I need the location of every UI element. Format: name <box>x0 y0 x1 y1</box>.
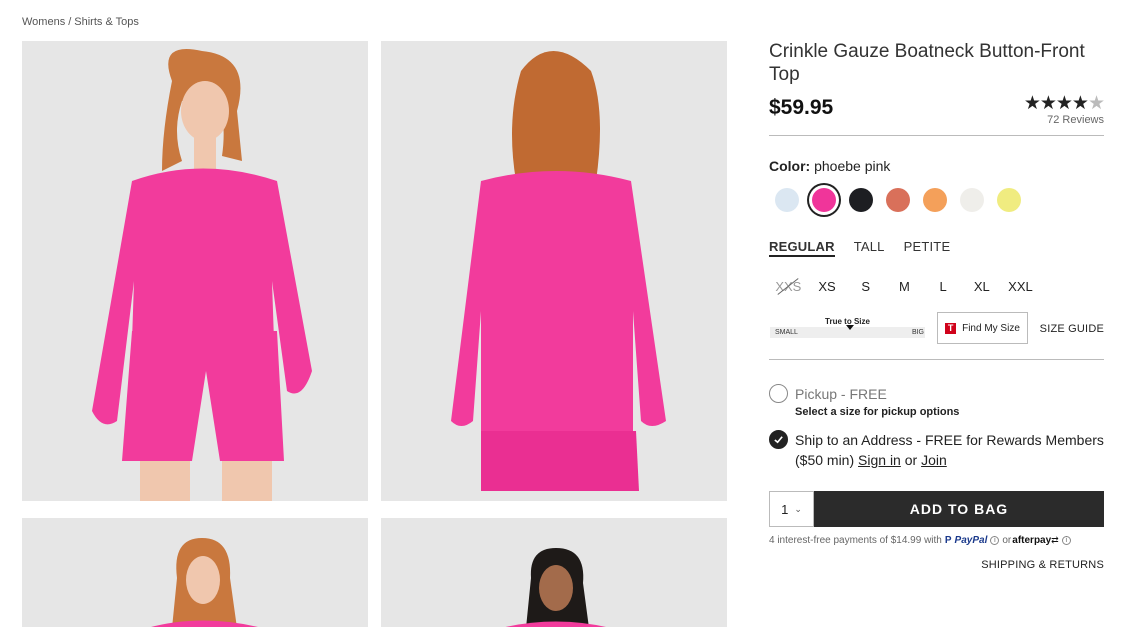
size-l[interactable]: L <box>924 279 963 294</box>
ship-or: or <box>904 452 918 468</box>
size-xxl[interactable]: XXL <box>1001 279 1040 294</box>
fit-tab-petite[interactable]: PETITE <box>904 239 951 257</box>
fit-meter-bar: SMALL BIG <box>770 325 925 338</box>
ship-radio[interactable] <box>769 430 788 449</box>
size-s[interactable]: S <box>846 279 885 294</box>
paypal-info-icon[interactable]: i <box>990 536 1000 545</box>
product-title: Crinkle Gauze Boatneck Button-Front Top <box>769 41 1085 85</box>
swatch-off-white[interactable] <box>960 188 984 212</box>
swatch-light-blue[interactable] <box>775 188 799 212</box>
fulfillment-options: Pickup - FREE Select a size for pickup o… <box>769 384 1104 470</box>
fit-pointer-icon <box>846 325 854 330</box>
afterpay-logo-icon: ⇄ <box>1051 535 1059 545</box>
breadcrumb-separator: / <box>68 16 72 28</box>
color-label-prefix: Color: <box>769 158 811 174</box>
fit-tabs: REGULAR TALL PETITE <box>769 239 1104 257</box>
pickup-label: Pickup - FREE <box>795 386 887 402</box>
sign-in-link[interactable]: Sign in <box>858 452 901 468</box>
installments-line: 4 interest-free payments of $14.99 with … <box>769 535 1104 546</box>
pickup-radio[interactable] <box>769 384 788 403</box>
afterpay-info-icon[interactable]: i <box>1061 536 1071 545</box>
join-link[interactable]: Join <box>921 452 947 468</box>
color-value: phoebe pink <box>814 158 891 174</box>
breadcrumb: Womens / Shirts & Tops <box>22 16 139 28</box>
swatch-terracotta[interactable] <box>886 188 910 212</box>
product-rating[interactable]: ★★★★★ 72 Reviews <box>1023 92 1105 126</box>
fit-meter-max: BIG <box>911 329 924 336</box>
pickup-note: Select a size for pickup options <box>795 406 960 418</box>
breadcrumb-womens[interactable]: Womens <box>22 16 65 28</box>
pickup-option[interactable]: Pickup - FREE <box>769 384 1104 404</box>
find-my-size-button[interactable]: T Find My Size <box>937 312 1028 344</box>
quantity-select[interactable]: 1 ⌄ <box>769 491 814 527</box>
ship-label-text: Ship to an Address - FREE for Rewards Me… <box>795 432 1104 468</box>
paypal-label[interactable]: PayPal <box>955 535 988 546</box>
paypal-logo-icon: P <box>944 535 952 546</box>
size-options: XXS XS S M L XL XXL <box>769 279 1104 294</box>
fit-meter-min: SMALL <box>775 329 798 336</box>
size-xxs[interactable]: XXS <box>769 279 808 294</box>
true-fit-logo-icon: T <box>945 322 957 334</box>
add-to-bag-button[interactable]: ADD TO BAG <box>814 491 1104 527</box>
price-rating-row: $59.95 ★★★★★ 72 Reviews <box>769 93 1105 136</box>
product-image-front[interactable] <box>22 41 368 501</box>
product-info-panel: Crinkle Gauze Boatneck Button-Front Top … <box>769 40 1105 571</box>
chevron-down-icon: ⌄ <box>794 503 802 514</box>
fit-tab-regular[interactable]: REGULAR <box>769 239 835 257</box>
true-to-size-meter: True to Size SMALL BIG <box>770 317 925 338</box>
installments-text: 4 interest-free payments of $14.99 with <box>769 535 942 546</box>
reviews-count[interactable]: 72 Reviews <box>1024 114 1104 126</box>
product-image-4[interactable] <box>381 518 727 627</box>
ship-label: Ship to an Address - FREE for Rewards Me… <box>795 430 1104 470</box>
checkmark-icon <box>774 436 783 444</box>
afterpay-label[interactable]: afterpay <box>1012 535 1051 546</box>
find-my-size-label: Find My Size <box>962 322 1020 334</box>
swatch-black[interactable] <box>849 188 873 212</box>
add-to-bag-row: 1 ⌄ ADD TO BAG <box>769 491 1104 527</box>
size-m[interactable]: M <box>885 279 924 294</box>
quantity-value: 1 <box>781 501 789 517</box>
ship-option[interactable]: Ship to an Address - FREE for Rewards Me… <box>769 430 1104 470</box>
color-label: Color: phoebe pink <box>769 158 1104 174</box>
product-image-3[interactable] <box>22 518 368 627</box>
size-guide-link[interactable]: SIZE GUIDE <box>1040 323 1104 335</box>
size-xs[interactable]: XS <box>808 279 847 294</box>
swatch-phoebe-pink[interactable] <box>812 188 836 212</box>
shipping-returns-link[interactable]: SHIPPING & RETURNS <box>769 559 1104 571</box>
product-price: $59.95 <box>769 96 834 119</box>
payments-or: or <box>1002 535 1012 546</box>
breadcrumb-shirts-tops[interactable]: Shirts & Tops <box>74 16 139 28</box>
rating-stars-icon: ★★★★★ <box>1023 93 1105 114</box>
color-swatches <box>775 188 1104 212</box>
swatch-yellow[interactable] <box>997 188 1021 212</box>
fit-info-row: True to Size SMALL BIG T Find My Size SI… <box>769 312 1104 360</box>
product-image-back[interactable] <box>381 41 727 501</box>
fit-tab-tall[interactable]: TALL <box>854 239 885 257</box>
size-xl[interactable]: XL <box>962 279 1001 294</box>
swatch-orange[interactable] <box>923 188 947 212</box>
